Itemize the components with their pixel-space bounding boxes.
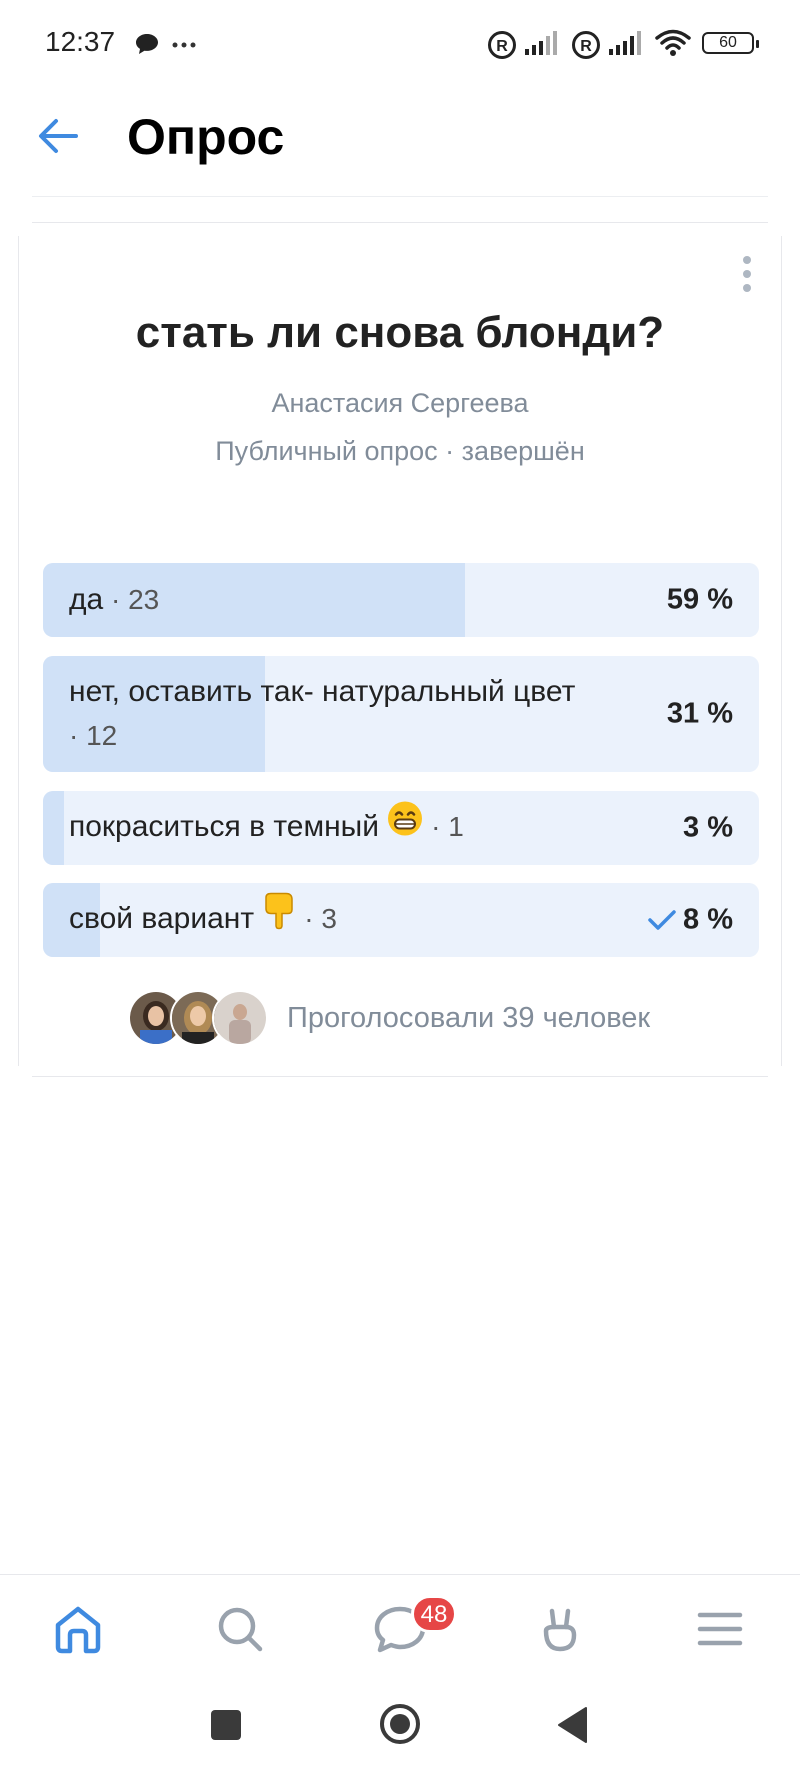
poll-question: стать ли снова блонди? bbox=[135, 308, 665, 357]
poll-option-percent: 3 % bbox=[683, 811, 733, 844]
battery-icon: 60 bbox=[702, 32, 759, 54]
poll-option-text: покраситься в темный bbox=[69, 809, 380, 843]
poll-option-text: нет, оставить так- натуральный цвет bbox=[69, 675, 576, 708]
poll-option-percent: 31 % bbox=[666, 697, 733, 730]
poll-option-bar bbox=[43, 791, 65, 865]
home-icon bbox=[55, 1606, 101, 1654]
arrow-left-icon bbox=[39, 119, 78, 153]
wifi-icon bbox=[655, 29, 691, 62]
nav-menu[interactable] bbox=[692, 1601, 752, 1657]
signal-icon bbox=[525, 30, 561, 61]
poll-option-percent: 59 % bbox=[666, 583, 733, 616]
home-system-button[interactable] bbox=[378, 1702, 422, 1751]
grinning-face-icon bbox=[387, 801, 423, 850]
signal-icon bbox=[609, 30, 645, 61]
poll-option[interactable]: свой вариант · 3 8 % bbox=[43, 883, 759, 957]
battery-level: 60 bbox=[719, 34, 737, 51]
circle-icon bbox=[380, 1704, 420, 1744]
nav-home[interactable] bbox=[50, 1601, 110, 1657]
voters-avatars[interactable] bbox=[128, 990, 278, 1046]
poll-option-percent: 8 % bbox=[683, 903, 733, 936]
poll-option[interactable]: да · 23 59 % bbox=[43, 563, 759, 637]
back-button[interactable] bbox=[36, 116, 84, 156]
voters-count[interactable]: Проголосовали 39 человек bbox=[287, 1002, 650, 1035]
recent-apps-button[interactable] bbox=[210, 1709, 242, 1746]
poll-card: стать ли снова блонди? Анастасия Сергеев… bbox=[18, 236, 782, 1066]
clips-icon bbox=[543, 1608, 577, 1652]
status-time: 12:37 bbox=[45, 26, 116, 57]
more-dots-icon bbox=[171, 28, 197, 56]
poll-option-label: да · 23 bbox=[69, 578, 589, 622]
avatar bbox=[212, 990, 268, 1046]
svg-text:R: R bbox=[496, 38, 508, 55]
more-vertical-icon[interactable] bbox=[741, 256, 753, 294]
poll-option-label: покраситься в темный · 1 bbox=[69, 801, 589, 853]
nav-search[interactable] bbox=[212, 1601, 272, 1657]
nav-clips[interactable] bbox=[532, 1601, 592, 1657]
poll-option-count: · 23 bbox=[103, 584, 160, 615]
messages-badge: 48 bbox=[411, 1595, 457, 1633]
poll-option-label: свой вариант · 3 bbox=[69, 892, 589, 946]
card-bottom-border bbox=[32, 1076, 768, 1077]
svg-text:R: R bbox=[580, 38, 592, 55]
card-top-border bbox=[32, 222, 768, 223]
poll-option[interactable]: нет, оставить так- натуральный цвет · 12… bbox=[43, 656, 759, 772]
poll-option-text: свой вариант bbox=[69, 901, 255, 935]
search-icon bbox=[218, 1607, 263, 1652]
poll-meta: Публичный опрос · завершён bbox=[215, 436, 585, 466]
back-system-button[interactable] bbox=[556, 1706, 588, 1749]
checkmark-icon bbox=[648, 910, 676, 930]
square-icon bbox=[211, 1710, 241, 1740]
menu-icon bbox=[697, 1612, 743, 1646]
poll-author[interactable]: Анастасия Сергеева bbox=[19, 388, 781, 419]
roaming-icon: R bbox=[571, 30, 601, 65]
poll-option[interactable]: покраситься в темный · 1 3 % bbox=[43, 791, 759, 865]
bottom-navigation: 48 bbox=[0, 1574, 800, 1685]
poll-option-count: · 1 bbox=[423, 810, 464, 842]
page-title: Опрос bbox=[127, 109, 285, 165]
triangle-back-icon bbox=[558, 1707, 587, 1743]
poll-option-label: нет, оставить так- натуральный цвет · 12 bbox=[69, 670, 589, 758]
message-notification-icon bbox=[135, 33, 159, 60]
poll-option-count: · 12 bbox=[69, 720, 118, 751]
poll-option-text: да bbox=[69, 583, 104, 616]
header-divider bbox=[32, 196, 768, 197]
poll-option-count: · 3 bbox=[296, 902, 337, 934]
roaming-icon: R bbox=[487, 30, 517, 65]
pointing-down-icon bbox=[262, 892, 296, 943]
